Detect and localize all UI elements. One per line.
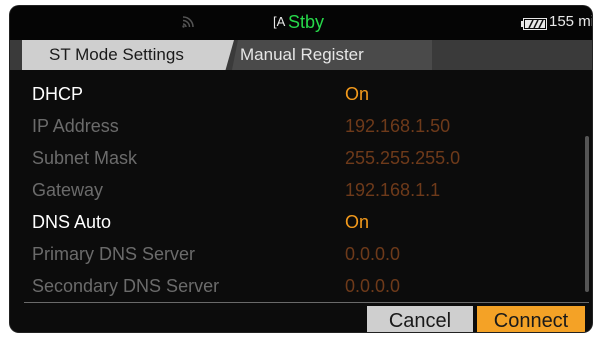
setting-row-secondary-dns: Secondary DNS Server 0.0.0.0 [10,270,575,301]
camera-screen: [A Stby 155 min ST Mode Settings Manual … [10,6,592,332]
setting-row-subnet-mask: Subnet Mask 255.255.255.0 [10,142,575,173]
setting-value: On [345,212,370,232]
setting-label: DHCP [32,84,84,104]
tab-label: ST Mode Settings [49,45,184,64]
setting-value: 0.0.0.0 [345,244,401,264]
setting-row-gateway: Gateway 192.168.1.1 [10,174,575,205]
record-status: Stby [288,12,325,32]
media-card-icon: [A [273,14,286,29]
setting-value: 192.168.1.1 [345,180,441,200]
connect-button[interactable]: Connect [477,306,585,332]
battery-remaining-time: 155 min [549,13,592,30]
setting-label: DNS Auto [32,212,112,232]
setting-value: 192.168.1.50 [345,116,451,136]
setting-row-ip-address: IP Address 192.168.1.50 [10,110,575,141]
wifi-signal-icon [181,14,195,33]
tab-manual-register[interactable]: Manual Register [232,40,432,70]
battery-icon [521,17,547,35]
setting-value: 0.0.0.0 [345,276,401,296]
divider [24,302,589,303]
tab-st-mode-settings[interactable]: ST Mode Settings [22,40,234,70]
setting-label: Gateway [32,180,104,200]
setting-value: On [345,84,370,104]
scrollbar[interactable] [585,136,589,292]
setting-label: Subnet Mask [32,148,138,168]
setting-label: IP Address [32,116,119,136]
setting-label: Secondary DNS Server [32,276,220,296]
tab-label: Manual Register [240,45,364,64]
setting-row-primary-dns: Primary DNS Server 0.0.0.0 [10,238,575,269]
setting-row-dhcp[interactable]: DHCP On [10,78,575,109]
setting-row-dns-auto[interactable]: DNS Auto On [10,206,575,237]
setting-label: Primary DNS Server [32,244,196,264]
cancel-button[interactable]: Cancel [367,306,473,332]
status-bar: [A Stby 155 min [10,6,592,40]
setting-value: 255.255.255.0 [345,148,461,168]
